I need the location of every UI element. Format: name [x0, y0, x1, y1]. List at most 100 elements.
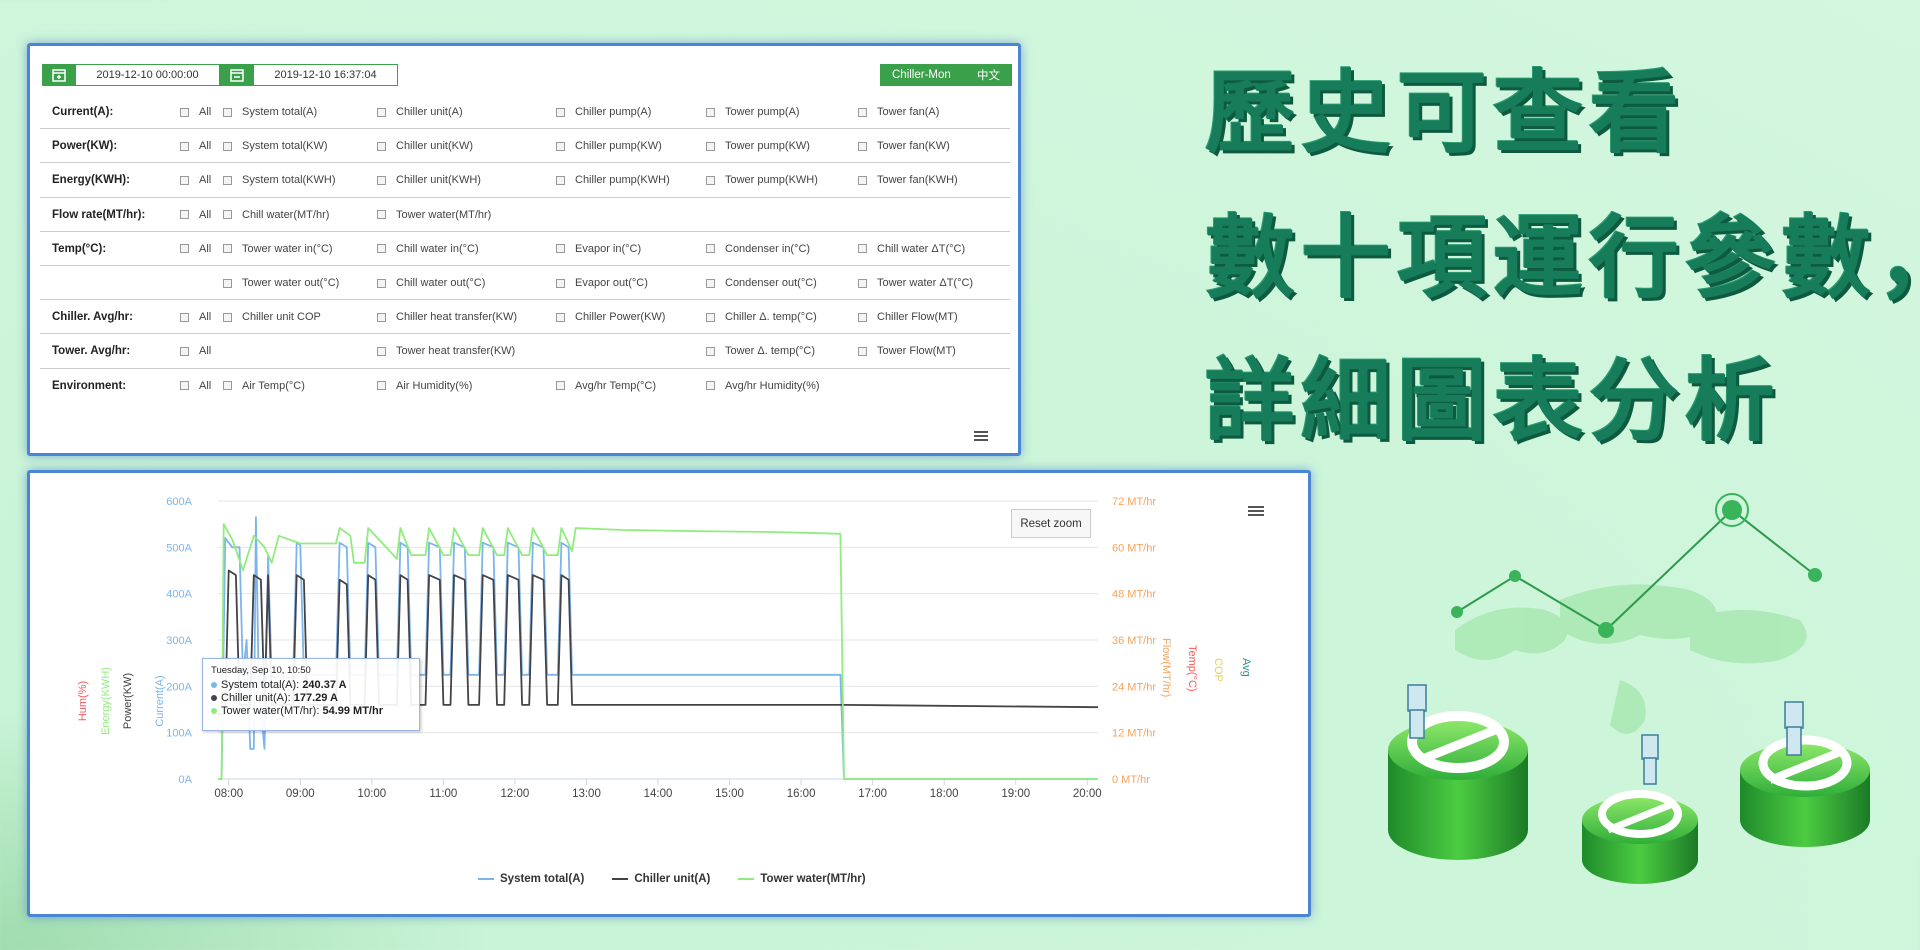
checkbox-icon[interactable]: [180, 210, 189, 220]
checkbox-icon[interactable]: [377, 312, 386, 322]
filter-checkbox[interactable]: Chiller pump(KWH): [556, 174, 670, 186]
checkbox-icon[interactable]: [706, 141, 715, 151]
filter-checkbox[interactable]: All: [180, 243, 211, 255]
filter-checkbox[interactable]: Evapor out(°C): [556, 277, 648, 289]
checkbox-icon[interactable]: [223, 210, 232, 220]
filter-checkbox[interactable]: Chiller heat transfer(KW): [377, 311, 517, 323]
filter-checkbox[interactable]: Tower water ΔT(°C): [858, 277, 973, 289]
filter-checkbox[interactable]: Tower water in(°C): [223, 243, 333, 255]
filter-checkbox[interactable]: Chiller unit(KW): [377, 140, 473, 152]
filter-checkbox[interactable]: All: [180, 311, 211, 323]
menu-icon[interactable]: [974, 431, 988, 443]
reset-zoom-button[interactable]: Reset zoom: [1011, 509, 1091, 538]
checkbox-icon[interactable]: [223, 141, 232, 151]
start-date-field[interactable]: 2019-12-10 00:00:00: [42, 63, 220, 86]
checkbox-icon[interactable]: [858, 278, 867, 288]
filter-checkbox[interactable]: Chiller unit(A): [377, 106, 463, 118]
filter-checkbox[interactable]: Chill water out(°C): [377, 277, 485, 289]
filter-checkbox[interactable]: Avg/hr Humidity(%): [706, 380, 820, 392]
checkbox-icon[interactable]: [706, 107, 715, 117]
filter-checkbox[interactable]: Evapor in(°C): [556, 243, 641, 255]
checkbox-icon[interactable]: [706, 278, 715, 288]
filter-checkbox[interactable]: Chiller pump(A): [556, 106, 651, 118]
filter-checkbox[interactable]: Tower heat transfer(KW): [377, 345, 515, 357]
filter-checkbox[interactable]: All: [180, 380, 211, 392]
checkbox-icon[interactable]: [223, 175, 232, 185]
checkbox-icon[interactable]: [180, 107, 189, 117]
calendar-icon[interactable]: [42, 63, 76, 86]
checkbox-icon[interactable]: [223, 107, 232, 117]
checkbox-icon[interactable]: [858, 175, 867, 185]
checkbox-icon[interactable]: [377, 278, 386, 288]
filter-checkbox[interactable]: System total(A): [223, 106, 317, 118]
filter-checkbox[interactable]: All: [180, 174, 211, 186]
checkbox-icon[interactable]: [858, 346, 867, 356]
filter-checkbox[interactable]: Chill water in(°C): [377, 243, 479, 255]
filter-checkbox[interactable]: Tower pump(A): [706, 106, 800, 118]
filter-checkbox[interactable]: System total(KW): [223, 140, 328, 152]
filter-checkbox[interactable]: Chill water ΔT(°C): [858, 243, 965, 255]
calendar-icon[interactable]: [220, 63, 254, 86]
filter-checkbox[interactable]: All: [180, 140, 211, 152]
filter-checkbox[interactable]: All: [180, 345, 211, 357]
language-toggle[interactable]: 中文: [977, 67, 1000, 83]
checkbox-icon[interactable]: [180, 312, 189, 322]
checkbox-icon[interactable]: [377, 346, 386, 356]
filter-checkbox[interactable]: Condenser in(°C): [706, 243, 810, 255]
checkbox-icon[interactable]: [377, 175, 386, 185]
filter-checkbox[interactable]: Chiller Flow(MT): [858, 311, 958, 323]
checkbox-icon[interactable]: [556, 175, 565, 185]
filter-checkbox[interactable]: Tower fan(KW): [858, 140, 950, 152]
checkbox-icon[interactable]: [377, 107, 386, 117]
checkbox-icon[interactable]: [858, 107, 867, 117]
filter-checkbox[interactable]: Tower pump(KWH): [706, 174, 818, 186]
filter-checkbox[interactable]: Chiller unit(KWH): [377, 174, 481, 186]
checkbox-icon[interactable]: [706, 346, 715, 356]
filter-checkbox[interactable]: Chiller Δ. temp(°C): [706, 311, 817, 323]
filter-checkbox[interactable]: Chiller unit COP: [223, 311, 321, 323]
checkbox-icon[interactable]: [223, 381, 232, 391]
filter-checkbox[interactable]: Chill water(MT/hr): [223, 209, 329, 221]
checkbox-icon[interactable]: [180, 175, 189, 185]
chart-menu-icon[interactable]: [1248, 506, 1264, 518]
checkbox-icon[interactable]: [180, 141, 189, 151]
legend-item-system-total[interactable]: System total(A): [478, 873, 584, 885]
legend-item-tower-water[interactable]: Tower water(MT/hr): [738, 873, 866, 885]
checkbox-icon[interactable]: [556, 141, 565, 151]
filter-checkbox[interactable]: Condenser out(°C): [706, 277, 817, 289]
filter-checkbox[interactable]: Air Temp(°C): [223, 380, 305, 392]
filter-checkbox[interactable]: Tower fan(A): [858, 106, 939, 118]
filter-checkbox[interactable]: All: [180, 106, 211, 118]
filter-checkbox[interactable]: Chiller pump(KW): [556, 140, 662, 152]
filter-checkbox[interactable]: System total(KWH): [223, 174, 336, 186]
checkbox-icon[interactable]: [556, 278, 565, 288]
checkbox-icon[interactable]: [377, 381, 386, 391]
filter-checkbox[interactable]: Tower pump(KW): [706, 140, 810, 152]
checkbox-icon[interactable]: [223, 312, 232, 322]
filter-checkbox[interactable]: All: [180, 209, 211, 221]
checkbox-icon[interactable]: [556, 107, 565, 117]
end-date-field[interactable]: 2019-12-10 16:37:04: [220, 63, 398, 86]
filter-checkbox[interactable]: Tower water(MT/hr): [377, 209, 491, 221]
filter-checkbox[interactable]: Tower Δ. temp(°C): [706, 345, 815, 357]
filter-checkbox[interactable]: Tower water out(°C): [223, 277, 339, 289]
filter-checkbox[interactable]: Avg/hr Temp(°C): [556, 380, 656, 392]
checkbox-icon[interactable]: [706, 244, 715, 254]
checkbox-icon[interactable]: [556, 381, 565, 391]
checkbox-icon[interactable]: [180, 346, 189, 356]
checkbox-icon[interactable]: [377, 210, 386, 220]
filter-checkbox[interactable]: Air Humidity(%): [377, 380, 472, 392]
filter-checkbox[interactable]: Chiller Power(KW): [556, 311, 665, 323]
checkbox-icon[interactable]: [556, 312, 565, 322]
filter-checkbox[interactable]: Tower fan(KWH): [858, 174, 958, 186]
checkbox-icon[interactable]: [858, 141, 867, 151]
checkbox-icon[interactable]: [377, 244, 386, 254]
checkbox-icon[interactable]: [706, 381, 715, 391]
checkbox-icon[interactable]: [706, 175, 715, 185]
checkbox-icon[interactable]: [223, 244, 232, 254]
checkbox-icon[interactable]: [180, 244, 189, 254]
checkbox-icon[interactable]: [858, 312, 867, 322]
checkbox-icon[interactable]: [377, 141, 386, 151]
checkbox-icon[interactable]: [556, 244, 565, 254]
legend-item-chiller-unit[interactable]: Chiller unit(A): [612, 873, 710, 885]
